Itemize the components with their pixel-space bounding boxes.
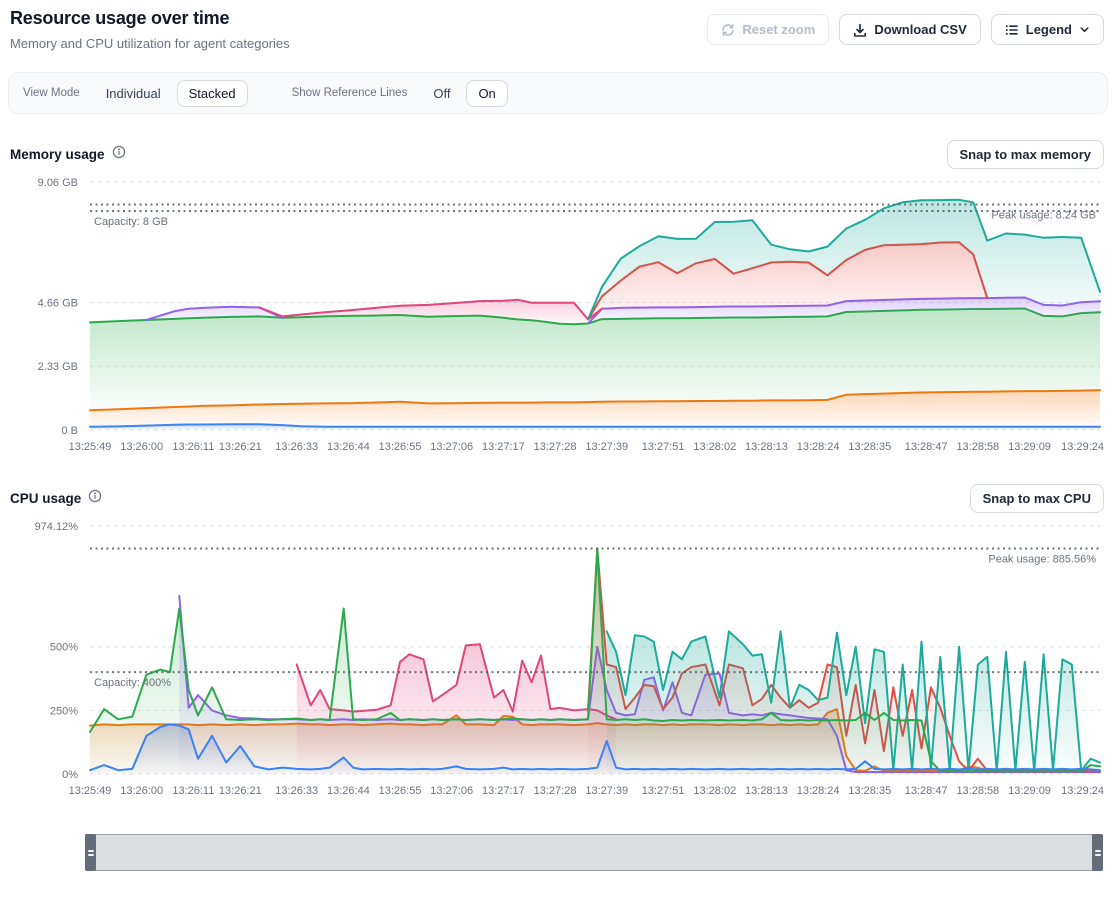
x-axis-tick-label: 13:27:17 <box>482 785 525 797</box>
y-axis-tick-label: 4.66 GB <box>38 297 78 309</box>
y-axis-tick-label: 250% <box>50 705 78 717</box>
x-axis-tick-label: 13:27:06 <box>430 785 473 797</box>
x-axis-tick-label: 13:26:44 <box>327 441 370 453</box>
x-axis-tick-label: 13:26:33 <box>275 785 318 797</box>
reference-lines-off[interactable]: Off <box>421 80 462 107</box>
y-axis-tick-label: 9.06 GB <box>38 177 78 189</box>
x-axis-tick-label: 13:26:00 <box>120 441 163 453</box>
x-axis-tick-label: 13:26:21 <box>219 785 262 797</box>
x-axis-tick-label: 13:26:11 <box>172 441 214 453</box>
memory-section: Memory usage Snap to max memory 9.06 GB 4… <box>0 138 1116 458</box>
reference-lines-on[interactable]: On <box>466 80 507 107</box>
x-axis-tick-label: 13:27:28 <box>534 785 577 797</box>
y-axis-tick-label: 974.12% <box>35 521 79 533</box>
reference-line-label: Capacity: 8 GB <box>94 216 168 228</box>
snap-max-cpu-button[interactable]: Snap to max CPU <box>970 484 1104 513</box>
info-icon[interactable] <box>88 489 102 508</box>
page-title: Resource usage over time <box>10 8 290 29</box>
x-axis-tick-label: 13:26:11 <box>172 785 214 797</box>
x-axis-tick-label: 13:28:58 <box>956 441 999 453</box>
chevron-down-icon <box>1079 24 1090 35</box>
y-axis-tick-label: 500% <box>50 642 78 654</box>
x-axis-tick-label: 13:28:47 <box>905 785 948 797</box>
x-axis-tick-label: 13:28:47 <box>905 441 948 453</box>
grip-line <box>1095 850 1101 852</box>
chart-controls-bar: View Mode Individual Stacked Show Refere… <box>8 72 1108 114</box>
view-mode-label: View Mode <box>23 87 80 99</box>
view-mode-individual[interactable]: Individual <box>94 80 173 107</box>
x-axis-tick-label: 13:28:24 <box>797 441 840 453</box>
x-axis-tick-label: 13:29:24 <box>1061 785 1104 797</box>
reference-line-label: Peak usage: 8.24 GB <box>991 209 1096 221</box>
brush-right-handle[interactable] <box>1092 834 1103 871</box>
x-axis-tick-label: 13:26:44 <box>327 785 370 797</box>
x-axis-tick-label: 13:26:55 <box>379 441 422 453</box>
x-axis-tick-label: 13:27:39 <box>585 441 628 453</box>
y-axis-tick-label: 0% <box>62 769 78 781</box>
info-icon[interactable] <box>112 145 126 164</box>
page-header: Resource usage over time Memory and CPU … <box>0 0 1116 51</box>
x-axis-tick-label: 13:27:06 <box>430 441 473 453</box>
x-axis-tick-label: 13:28:13 <box>745 441 788 453</box>
x-axis-tick-label: 13:27:17 <box>482 441 525 453</box>
x-axis-tick-label: 13:27:39 <box>585 785 628 797</box>
x-axis-tick-label: 13:28:13 <box>745 785 788 797</box>
x-axis-tick-label: 13:26:00 <box>120 785 163 797</box>
x-axis-tick-label: 13:29:09 <box>1008 441 1051 453</box>
x-axis-tick-label: 13:28:24 <box>797 785 840 797</box>
x-axis-tick-label: 13:28:35 <box>848 785 891 797</box>
grip-line <box>88 854 94 856</box>
x-axis-tick-label: 13:28:35 <box>848 441 891 453</box>
list-icon <box>1005 23 1019 37</box>
x-axis-tick-label: 13:29:24 <box>1061 441 1104 453</box>
x-axis-tick-label: 13:28:58 <box>956 785 999 797</box>
time-brush[interactable] <box>85 834 1103 871</box>
header-buttons: Reset zoom Download CSV Legend <box>707 14 1104 45</box>
x-axis-tick-label: 13:28:02 <box>693 785 736 797</box>
x-axis-tick-label: 13:26:21 <box>219 441 262 453</box>
download-icon <box>853 23 867 37</box>
x-axis-tick-label: 13:26:55 <box>379 785 422 797</box>
memory-chart-title: Memory usage <box>10 147 105 162</box>
x-axis-tick-label: 13:27:28 <box>534 441 577 453</box>
reference-line-label: Peak usage: 885.56% <box>988 554 1096 566</box>
reset-zoom-label: Reset zoom <box>742 22 815 37</box>
cpu-section: CPU usage Snap to max CPU 974.12% 500% 250… <box>0 482 1116 802</box>
download-csv-label: Download CSV <box>874 22 966 37</box>
download-csv-button[interactable]: Download CSV <box>839 14 980 45</box>
brush-left-handle[interactable] <box>85 834 96 871</box>
cpu-title-wrap: CPU usage <box>10 489 102 508</box>
x-axis-tick-label: 13:28:02 <box>693 441 736 453</box>
x-axis-tick-label: 13:27:51 <box>642 441 685 453</box>
y-axis-tick-label: 0 B <box>61 425 78 437</box>
cpu-chart-title: CPU usage <box>10 491 81 506</box>
cpu-chart-header: CPU usage Snap to max CPU <box>0 482 1116 514</box>
memory-title-wrap: Memory usage <box>10 145 126 164</box>
grip-line <box>88 850 94 852</box>
y-axis-tick-label: 2.33 GB <box>38 361 78 373</box>
reference-lines-toggle: Off On <box>421 80 507 107</box>
x-axis-tick-label: 13:29:09 <box>1008 785 1051 797</box>
reference-lines-label: Show Reference Lines <box>292 87 408 99</box>
x-axis-tick-label: 13:25:49 <box>69 441 112 453</box>
x-axis-tick-label: 13:26:33 <box>275 441 318 453</box>
refresh-icon <box>721 23 735 37</box>
header-titles: Resource usage over time Memory and CPU … <box>10 8 290 51</box>
reference-line-label: Capacity: 400% <box>94 677 171 689</box>
view-mode-toggle: Individual Stacked <box>94 80 248 107</box>
view-mode-stacked[interactable]: Stacked <box>177 80 248 107</box>
x-axis-tick-label: 13:27:51 <box>642 785 685 797</box>
page-subtitle: Memory and CPU utilization for agent cat… <box>10 36 290 51</box>
memory-chart[interactable]: 9.06 GB 4.66 GB 2.33 GB 0 B 13:25:49 13:26:00… <box>0 174 1116 458</box>
dashboard-page: Resource usage over time Memory and CPU … <box>0 0 1116 871</box>
snap-max-memory-button[interactable]: Snap to max memory <box>947 140 1105 169</box>
grip-line <box>1095 854 1101 856</box>
cpu-chart[interactable]: 974.12% 500% 250% 0% 13:25:49 13:26:00 13:26:1… <box>0 518 1116 802</box>
legend-label: Legend <box>1026 22 1072 37</box>
legend-button[interactable]: Legend <box>991 14 1104 45</box>
x-axis-tick-label: 13:25:49 <box>69 785 112 797</box>
memory-chart-header: Memory usage Snap to max memory <box>0 138 1116 170</box>
reset-zoom-button[interactable]: Reset zoom <box>707 14 829 45</box>
